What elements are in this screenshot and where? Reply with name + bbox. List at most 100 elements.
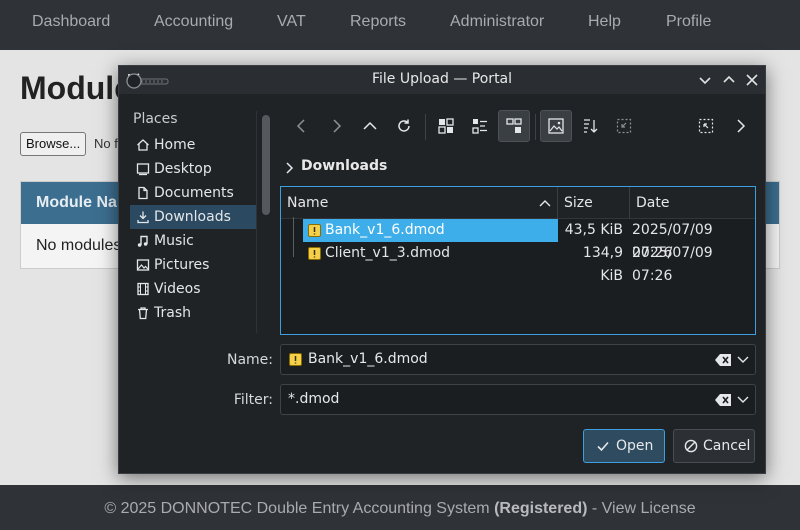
- selection-icon: [698, 118, 714, 134]
- place-trash[interactable]: Trash: [130, 301, 256, 325]
- chevron-right-icon: [737, 119, 746, 133]
- column-name-label: Name: [287, 195, 329, 211]
- maximize-chevron-icon[interactable]: [719, 70, 739, 90]
- sort-icon: [584, 119, 598, 133]
- sort-button[interactable]: [574, 110, 606, 142]
- close-icon[interactable]: [742, 70, 762, 90]
- file-warning-icon: [308, 247, 321, 260]
- clear-text-icon[interactable]: [715, 354, 731, 366]
- nav-profile[interactable]: Profile: [666, 0, 711, 50]
- tree-view-button[interactable]: [498, 110, 530, 142]
- dialog-title: File Upload — Portal: [371, 71, 513, 87]
- file-warning-icon: [308, 224, 321, 237]
- chevron-down-icon[interactable]: [737, 395, 749, 405]
- footer: © 2025 DONNOTEC Double Entry Accounting …: [0, 485, 800, 530]
- column-size-label: Size: [564, 195, 593, 211]
- nav-dashboard[interactable]: Dashboard: [32, 0, 110, 50]
- place-downloads[interactable]: Downloads: [130, 205, 256, 229]
- place-label: Pictures: [154, 257, 210, 273]
- open-button[interactable]: Open: [583, 429, 665, 463]
- column-size[interactable]: Size: [558, 187, 629, 219]
- compact-view-icon: [472, 119, 487, 134]
- nav-accounting[interactable]: Accounting: [154, 0, 233, 50]
- place-label: Downloads: [154, 209, 231, 225]
- cancel-button-label: Cancel: [703, 438, 751, 454]
- home-icon: [137, 139, 149, 151]
- sidebar-scrollbar[interactable]: [262, 115, 270, 215]
- place-label: Desktop: [154, 161, 212, 177]
- cancel-icon: [684, 439, 698, 453]
- place-label: Home: [154, 137, 196, 153]
- cancel-button[interactable]: Cancel: [673, 429, 755, 463]
- clear-text-icon[interactable]: [715, 394, 731, 406]
- icon-view-icon: [438, 118, 454, 134]
- up-arrow-icon: [363, 121, 377, 130]
- dialog-titlebar[interactable]: File Upload — Portal: [119, 66, 765, 94]
- nav-administrator[interactable]: Administrator: [450, 0, 544, 50]
- place-pictures[interactable]: Pictures: [130, 253, 256, 277]
- zoom-slider[interactable]: [126, 73, 170, 89]
- place-home[interactable]: Home: [130, 133, 256, 157]
- reload-button[interactable]: [388, 110, 420, 142]
- footer-license-link[interactable]: - View License: [592, 500, 696, 517]
- back-button[interactable]: [286, 110, 318, 142]
- desktop-icon: [136, 163, 150, 176]
- file-name: Bank_v1_6.dmod: [325, 222, 445, 238]
- place-label: Documents: [154, 185, 234, 201]
- forward-button[interactable]: [320, 110, 352, 142]
- breadcrumb-downloads[interactable]: Downloads: [301, 158, 387, 174]
- places-heading: Places: [133, 111, 178, 127]
- file-date: 2025/07/09 07:26: [632, 245, 713, 284]
- zoom-frame-icon: [616, 118, 632, 134]
- place-documents[interactable]: Documents: [130, 181, 256, 205]
- nav-reports[interactable]: Reports: [350, 0, 406, 50]
- file-name: Client_v1_3.dmod: [325, 245, 451, 261]
- downloads-icon: [137, 211, 149, 224]
- column-date-label: Date: [636, 195, 670, 211]
- forward-arrow-icon: [333, 119, 342, 133]
- parent-folder-button[interactable]: [354, 110, 386, 142]
- place-label: Trash: [154, 305, 191, 321]
- documents-icon: [138, 186, 148, 200]
- nav-help[interactable]: Help: [588, 0, 621, 50]
- browse-button[interactable]: Browse...: [20, 132, 87, 156]
- file-name-cell: Bank_v1_6.dmod: [303, 219, 558, 242]
- reload-icon: [398, 119, 410, 132]
- nav-vat[interactable]: VAT: [277, 0, 306, 50]
- toolbar-separator: [425, 114, 426, 140]
- preview-button[interactable]: [540, 110, 572, 142]
- select-button[interactable]: [690, 110, 722, 142]
- breadcrumb-chevron-icon[interactable]: [285, 162, 295, 174]
- sort-ascending-icon: [539, 200, 551, 207]
- file-list-header: Name Size Date: [281, 187, 755, 219]
- place-label: Music: [154, 233, 194, 249]
- file-row[interactable]: Bank_v1_6.dmod 43,5 KiB 2025/07/09 07:26: [281, 219, 755, 261]
- place-desktop[interactable]: Desktop: [130, 157, 256, 181]
- name-input-value: Bank_v1_6.dmod: [308, 351, 428, 367]
- top-navigation: Dashboard Accounting VAT Reports Adminis…: [0, 0, 800, 50]
- chevron-down-icon[interactable]: [737, 355, 749, 365]
- name-label: Name:: [226, 352, 273, 368]
- sidebar-divider: [256, 111, 257, 333]
- zoom-out-button[interactable]: [608, 110, 640, 142]
- back-arrow-icon: [296, 119, 305, 133]
- place-music[interactable]: Music: [130, 229, 256, 253]
- more-options-button[interactable]: [724, 110, 756, 142]
- column-date[interactable]: Date: [630, 187, 754, 219]
- tree-view-icon: [506, 118, 522, 133]
- compact-view-button[interactable]: [464, 110, 496, 142]
- pictures-icon: [136, 259, 150, 271]
- footer-copyright: © 2025 DONNOTEC Double Entry Accounting …: [104, 500, 490, 517]
- open-button-label: Open: [616, 438, 654, 454]
- toolbar-separator: [535, 114, 536, 140]
- minimize-chevron-icon[interactable]: [695, 70, 715, 90]
- icon-view-button[interactable]: [430, 110, 462, 142]
- name-input[interactable]: Bank_v1_6.dmod: [280, 344, 756, 375]
- place-videos[interactable]: Videos: [130, 277, 256, 301]
- file-upload-dialog: File Upload — Portal Places Home Desktop…: [118, 65, 766, 474]
- file-list[interactable]: Name Size Date Bank_v1_6.dmod 43,5 KiB 2…: [280, 186, 756, 335]
- file-row[interactable]: Client_v1_3.dmod 134,9 KiB 2025/07/09 07…: [281, 242, 755, 284]
- column-name[interactable]: Name: [281, 187, 557, 219]
- footer-registered: (Registered): [494, 500, 588, 517]
- filter-input[interactable]: *.dmod: [280, 384, 756, 415]
